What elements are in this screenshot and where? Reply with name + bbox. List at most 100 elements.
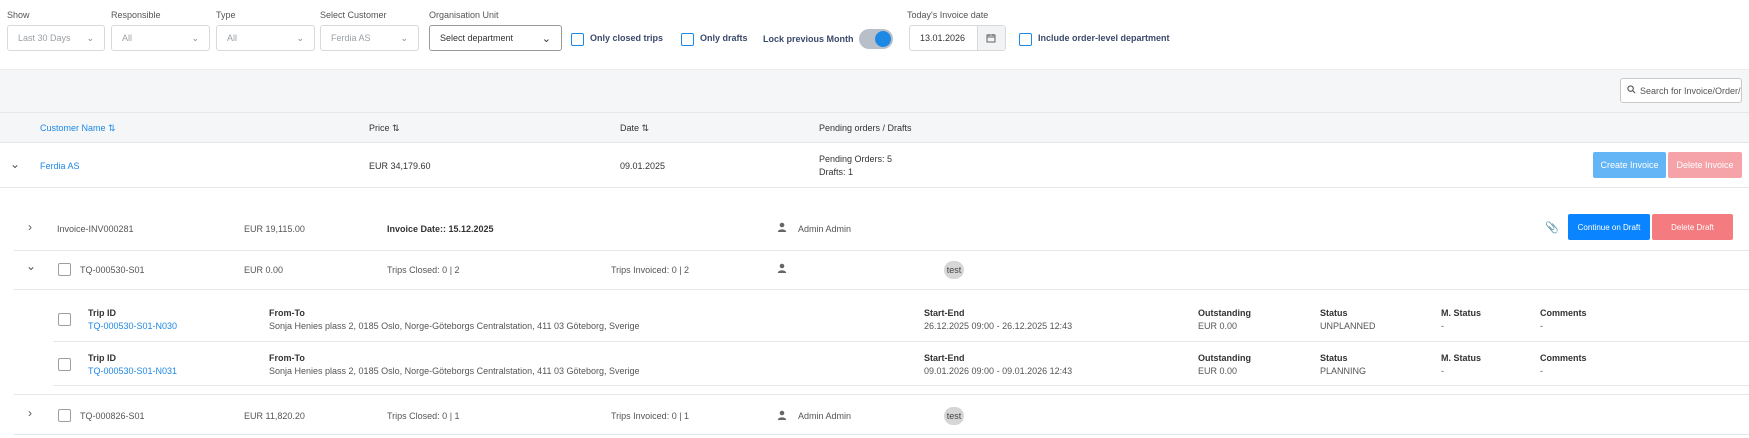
lock-previous-month-label: Lock previous Month [763, 34, 854, 44]
sort-icon[interactable]: ⇅ [642, 123, 650, 133]
search-icon [1627, 85, 1636, 96]
sort-icon[interactable]: ⇅ [108, 123, 116, 133]
chevron-right-icon[interactable]: › [28, 406, 32, 420]
comments-value: - [1540, 366, 1543, 376]
toolbar-band [0, 69, 1749, 112]
show-select[interactable]: Last 30 Days ⌄ [7, 25, 105, 51]
comments-label: Comments [1540, 353, 1587, 363]
order-price: EUR 11,820.20 [244, 411, 305, 421]
order-checkbox[interactable] [58, 263, 71, 276]
status-label: Status [1320, 308, 1348, 318]
header-date[interactable]: Date ⇅ [620, 123, 649, 134]
order-id: TQ-000530-S01 [80, 265, 145, 275]
type-select[interactable]: All ⌄ [216, 25, 315, 51]
paperclip-icon[interactable]: 📎 [1545, 221, 1559, 234]
customer-price: EUR 34,179.60 [369, 161, 431, 171]
delete-invoice-button[interactable]: Delete Invoice [1668, 152, 1742, 178]
order-checkbox[interactable] [58, 409, 71, 422]
show-label: Show [7, 10, 30, 20]
order-tag: test [944, 261, 964, 279]
outstanding-label: Outstanding [1198, 308, 1251, 318]
divider [53, 385, 1749, 386]
responsible-value: All [122, 33, 133, 43]
from-to-value: Sonja Henies plass 2, 0185 Oslo, Norge-G… [269, 366, 640, 376]
user-icon [777, 263, 787, 275]
header-pending: Pending orders / Drafts [819, 123, 912, 133]
sort-icon[interactable]: ⇅ [392, 123, 400, 133]
status-label: Status [1320, 353, 1348, 363]
show-value: Last 30 Days [18, 33, 71, 43]
invoice-id: Invoice-INV000281 [57, 224, 134, 234]
divider [14, 434, 1749, 435]
calendar-icon[interactable] [977, 26, 1005, 50]
user-icon [777, 410, 787, 422]
m-status-label: M. Status [1441, 353, 1482, 363]
divider [14, 394, 1749, 395]
trip-checkbox[interactable] [58, 358, 71, 371]
customer-label: Select Customer [320, 10, 387, 20]
order-price: EUR 0.00 [244, 265, 284, 275]
start-end-label: Start-End [924, 353, 965, 363]
chevron-down-icon: ⌄ [191, 32, 199, 43]
responsible-select[interactable]: All ⌄ [111, 25, 210, 51]
start-end-value: 26.12.2025 09:00 - 26.12.2025 12:43 [924, 321, 1073, 331]
chevron-down-icon: ⌄ [86, 32, 94, 43]
comments-label: Comments [1540, 308, 1587, 318]
search-box[interactable]: Search for Invoice/Order/ [1620, 78, 1742, 103]
lock-previous-month-toggle[interactable] [859, 29, 893, 49]
m-status-value: - [1441, 321, 1444, 331]
user-icon [777, 222, 787, 234]
customer-value: Ferdia AS [331, 33, 371, 43]
trip-id-link[interactable]: TQ-000530-S01-N031 [88, 366, 177, 376]
pending-orders: Pending Orders: 5 [819, 154, 893, 164]
chevron-down-icon[interactable]: ⌄ [10, 157, 20, 171]
include-order-level-checkbox[interactable] [1019, 33, 1032, 46]
only-drafts-checkbox[interactable] [681, 33, 694, 46]
customer-select[interactable]: Ferdia AS ⌄ [320, 25, 419, 51]
chevron-down-icon: ⌄ [400, 32, 408, 43]
only-closed-trips-checkbox[interactable] [571, 33, 584, 46]
order-trips-closed: Trips Closed: 0 | 2 [387, 265, 460, 275]
divider [0, 187, 1749, 188]
from-to-label: From-To [269, 308, 305, 318]
only-closed-trips-label: Only closed trips [590, 33, 664, 43]
invoice-date-input[interactable]: 13.01.2026 [909, 25, 1006, 51]
header-price-label: Price [369, 123, 390, 133]
chevron-down-icon: ⌄ [541, 32, 551, 45]
status-value: UNPLANNED [1320, 321, 1376, 331]
divider [14, 250, 1749, 251]
header-customer-name[interactable]: Customer Name ⇅ [40, 123, 116, 134]
type-label: Type [216, 10, 236, 20]
customer-name[interactable]: Ferdia AS [40, 161, 80, 171]
continue-draft-button[interactable]: Continue on Draft [1568, 214, 1650, 240]
invoice-date-label: Today's Invoice date [907, 10, 989, 20]
create-invoice-button[interactable]: Create Invoice [1593, 152, 1666, 178]
org-unit-select[interactable]: Select department ⌄ [429, 25, 562, 51]
outstanding-label: Outstanding [1198, 353, 1251, 363]
from-to-value: Sonja Henies plass 2, 0185 Oslo, Norge-G… [269, 321, 640, 331]
invoice-date: Invoice Date:: 15.12.2025 [387, 224, 494, 234]
trip-id-link[interactable]: TQ-000530-S01-N030 [88, 321, 177, 331]
start-end-label: Start-End [924, 308, 965, 318]
comments-value: - [1540, 321, 1543, 331]
chevron-down-icon: ⌄ [296, 32, 304, 43]
order-trips-invoiced: Trips Invoiced: 0 | 1 [611, 411, 690, 421]
include-order-level-label: Include order-level department [1038, 33, 1170, 43]
trip-checkbox[interactable] [58, 313, 71, 326]
org-unit-value: Select department [440, 33, 514, 43]
outstanding-value: EUR 0.00 [1198, 321, 1238, 331]
invoice-date-value: 13.01.2026 [910, 26, 978, 50]
order-user: Admin Admin [798, 411, 852, 421]
order-trips-invoiced: Trips Invoiced: 0 | 2 [611, 265, 690, 275]
header-price[interactable]: Price ⇅ [369, 123, 400, 134]
search-input[interactable]: Search for Invoice/Order/ [1640, 86, 1741, 96]
from-to-label: From-To [269, 353, 305, 363]
divider [53, 341, 1749, 342]
status-value: PLANNING [1320, 366, 1367, 376]
m-status-label: M. Status [1441, 308, 1482, 318]
responsible-label: Responsible [111, 10, 161, 20]
chevron-down-icon[interactable]: ⌄ [26, 259, 36, 273]
org-unit-label: Organisation Unit [429, 10, 499, 20]
chevron-right-icon[interactable]: › [28, 220, 32, 234]
delete-draft-button[interactable]: Delete Draft [1652, 214, 1733, 240]
